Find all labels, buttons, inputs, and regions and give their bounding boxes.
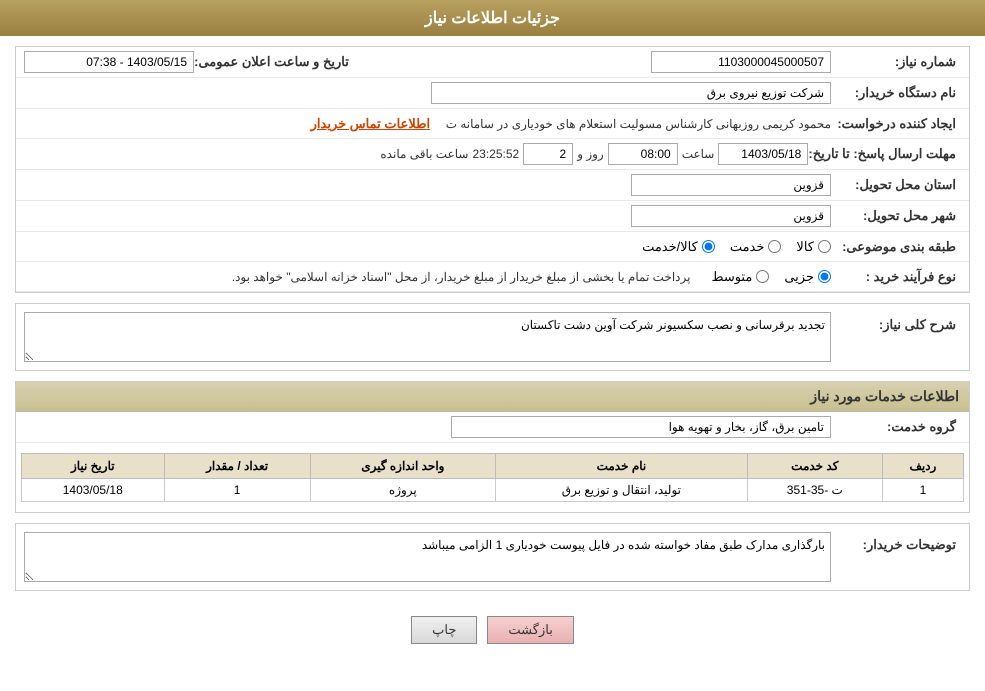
buyer-notes-label: توضیحات خریدار: [831,532,961,553]
purchase-medium-label: متوسط [711,269,752,285]
category-service-option[interactable]: خدمت [730,239,782,255]
category-service-label: خدمت [730,239,765,255]
response-remaining-text: 23:25:52 [472,147,519,161]
general-desc-textarea[interactable] [24,312,831,362]
purchase-partial-option[interactable]: جزیی [784,269,831,285]
creator-text: محمود کریمی روزبهانی کارشناس مسولیت استع… [446,117,831,131]
category-good-service-option[interactable]: کالا/خدمت [642,239,715,255]
response-deadline-label: مهلت ارسال پاسخ: تا تاریخ: [808,146,961,162]
creator-label: ایجاد کننده درخواست: [831,116,961,132]
page-title: جزئیات اطلاعات نیاز [0,0,985,36]
purchase-partial-label: جزیی [784,269,814,285]
city-input[interactable] [631,205,831,227]
announce-label: تاریخ و ساعت اعلان عمومی: [194,54,354,70]
service-group-input[interactable] [451,416,831,438]
purchase-type-label: نوع فرآیند خرید : [831,269,961,285]
col-unit: واحد اندازه گیری [310,454,495,479]
general-desc-label: شرح کلی نیاز: [831,312,961,333]
category-good-option[interactable]: کالا [796,239,831,255]
purchase-note: پرداخت تمام یا بخشی از مبلغ خریدار از مب… [232,270,691,284]
response-time-input[interactable] [608,143,678,165]
response-days-label: روز و [577,147,604,161]
services-section-title: اطلاعات خدمات مورد نیاز [16,382,969,412]
service-group-label: گروه خدمت: [831,419,961,435]
response-time-label: ساعت [682,147,715,161]
need-number-label: شماره نیاز: [831,54,961,70]
announce-input[interactable] [24,51,194,73]
creator-contact-link[interactable]: اطلاعات تماس خریدار [311,116,430,132]
buyer-org-input[interactable] [431,82,831,104]
buyer-notes-textarea[interactable] [24,532,831,582]
col-code: کد خدمت [747,454,882,479]
print-button[interactable]: چاپ [411,616,477,644]
response-days-input[interactable] [523,143,573,165]
response-date-input[interactable] [718,143,808,165]
action-buttons: بازگشت چاپ [15,601,970,659]
province-label: استان محل تحویل: [831,177,961,193]
response-remaining-label: ساعت باقی مانده [380,147,468,161]
col-row: ردیف [882,454,963,479]
col-qty: تعداد / مقدار [164,454,310,479]
category-label: طبقه بندی موضوعی: [831,239,961,255]
services-table: ردیف کد خدمت نام خدمت واحد اندازه گیری ت… [21,453,964,502]
col-date: تاریخ نیاز [22,454,165,479]
category-good-service-label: کالا/خدمت [642,239,698,255]
table-row: 1ت -35-351تولید، انتقال و توزیع برقپروژه… [22,479,964,502]
buyer-org-label: نام دستگاه خریدار: [831,85,961,101]
province-input[interactable] [631,174,831,196]
back-button[interactable]: بازگشت [487,616,573,644]
purchase-medium-option[interactable]: متوسط [711,269,769,285]
category-good-label: کالا [796,239,814,255]
col-name: نام خدمت [496,454,748,479]
city-label: شهر محل تحویل: [831,208,961,224]
need-number-input[interactable] [651,51,831,73]
